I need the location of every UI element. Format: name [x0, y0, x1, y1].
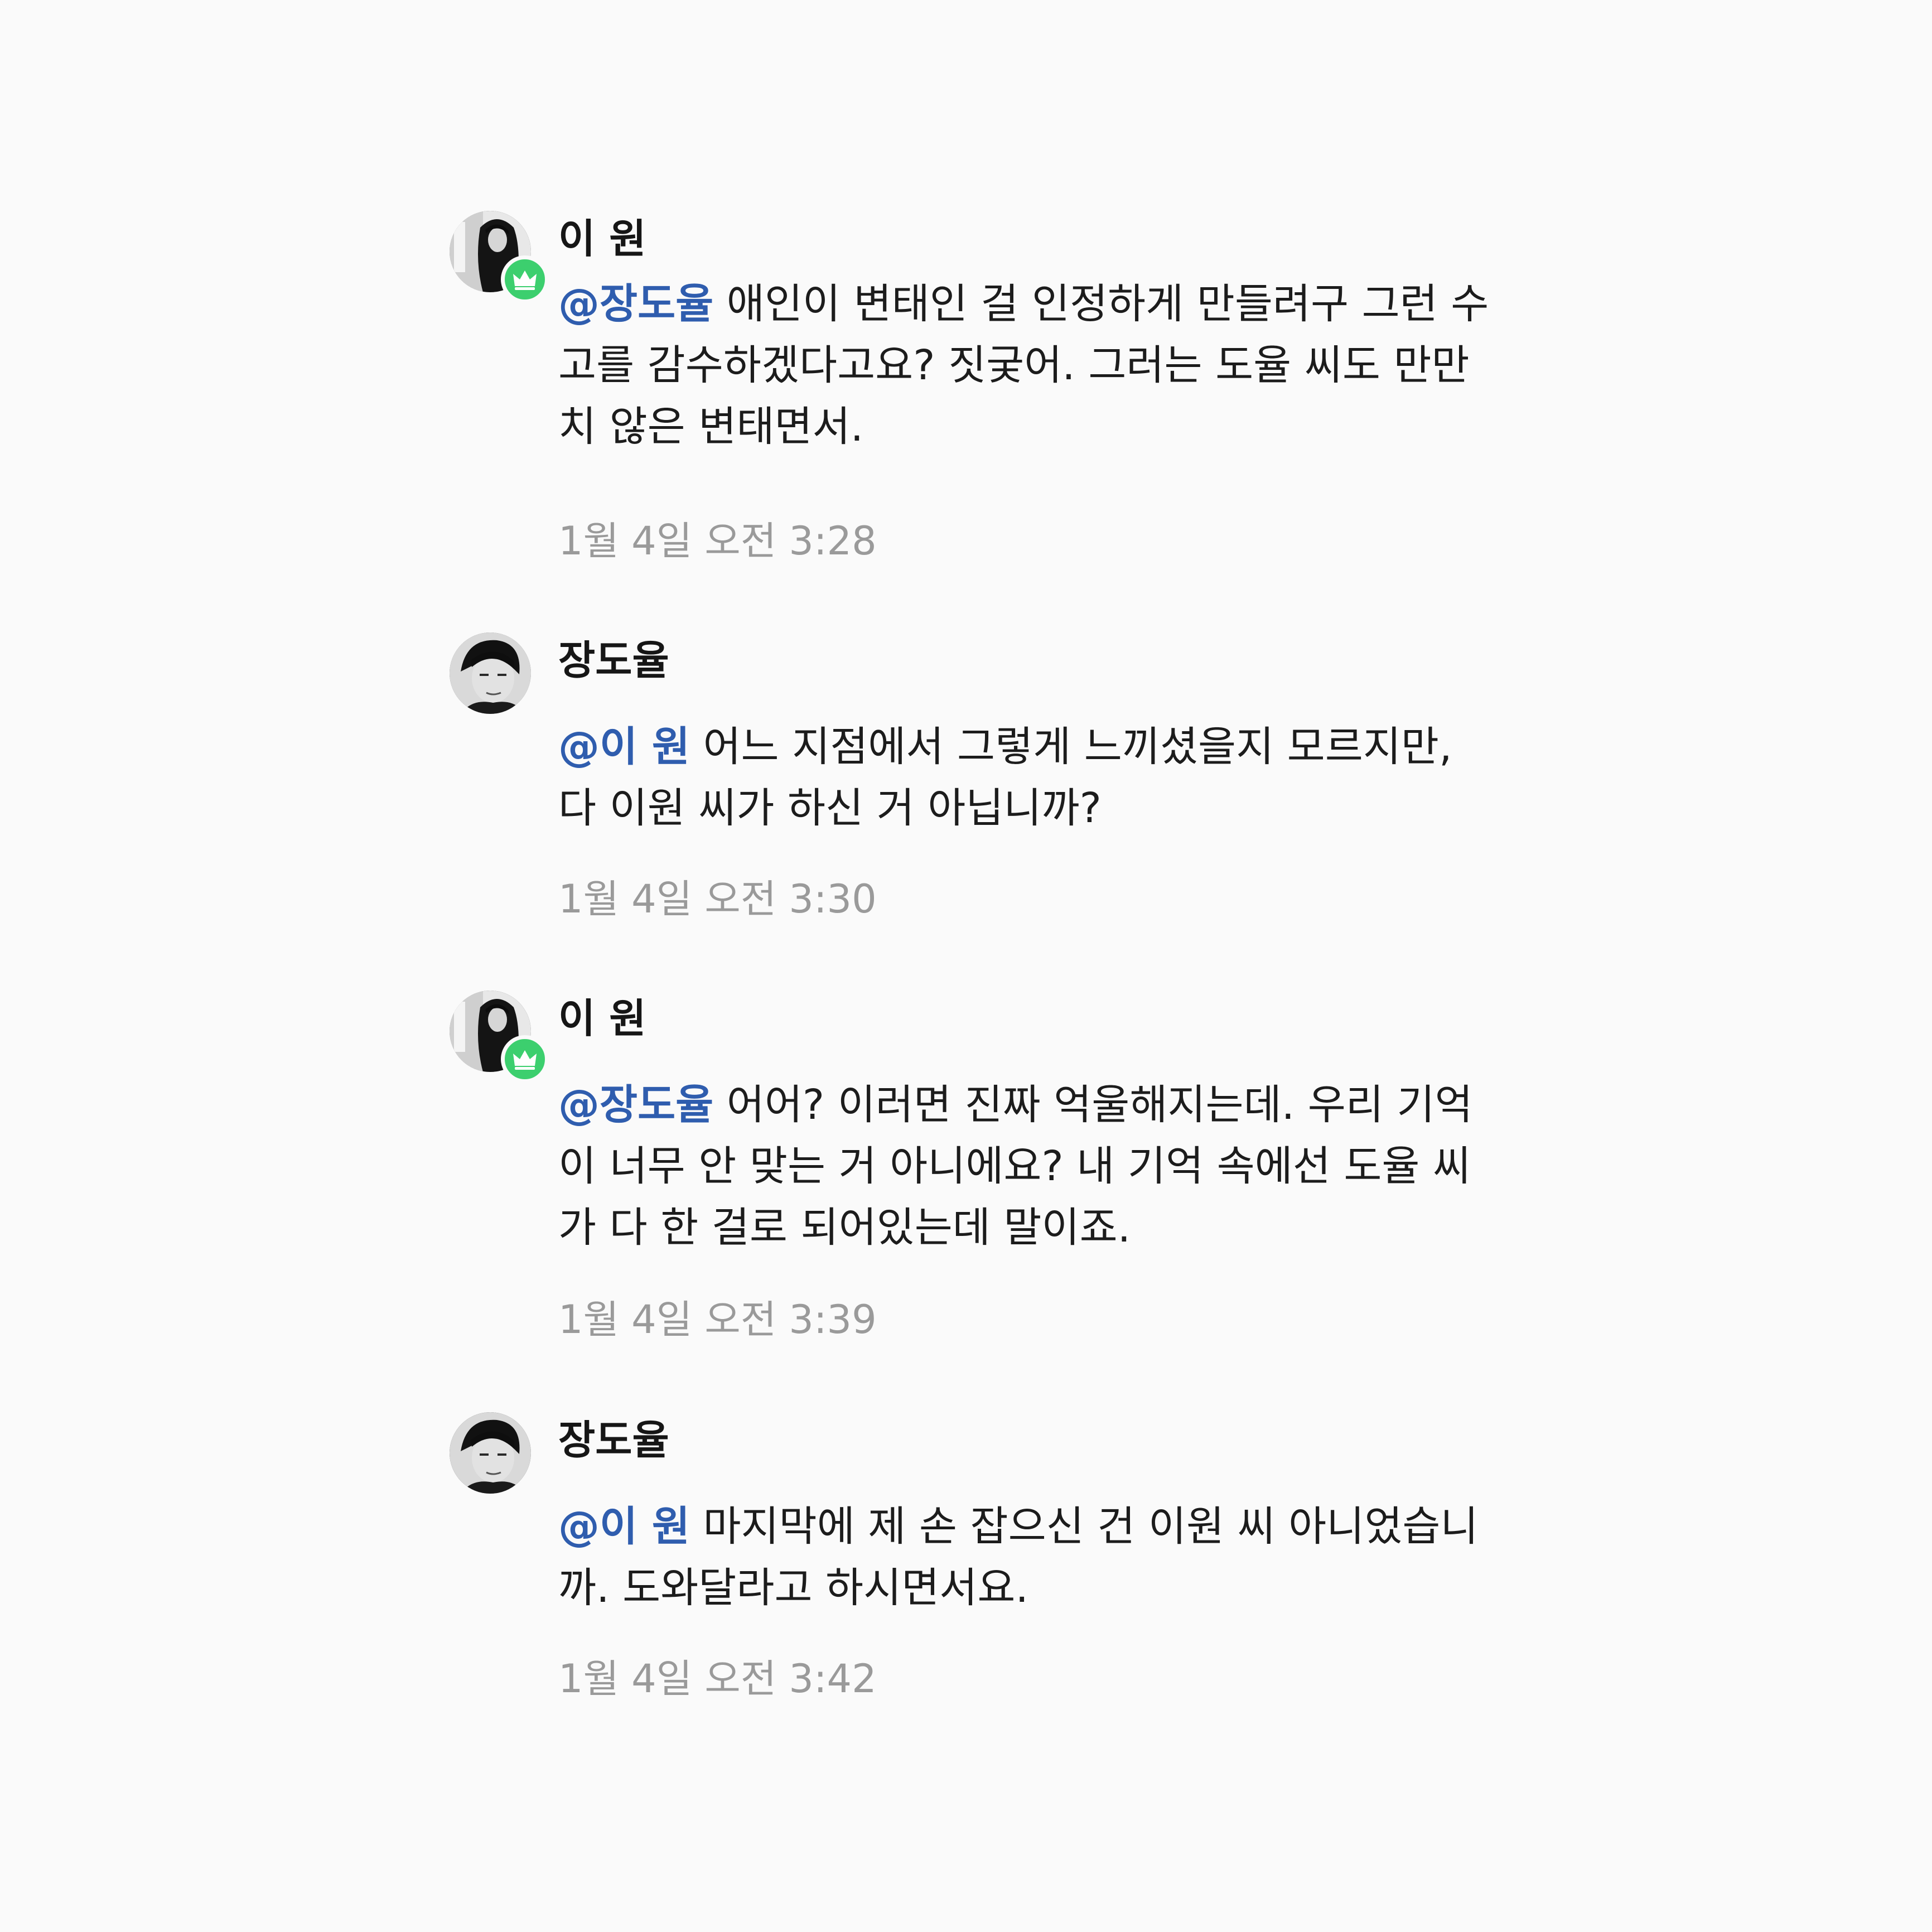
profile-photo-man-icon — [450, 1412, 531, 1494]
mention-link[interactable]: @이 원 — [558, 723, 690, 771]
owner-badge — [501, 1035, 549, 1083]
message-timestamp: 1월 4일 오전 3:28 — [558, 518, 877, 564]
message-text: @장도율 어어? 이러면 진짜 억울해지는데. 우리 기억이 너무 안 맞는 거… — [558, 1074, 1495, 1258]
avatar[interactable] — [450, 1412, 531, 1494]
owner-badge — [501, 255, 549, 303]
sender-name[interactable]: 장도율 — [558, 1412, 669, 1468]
message-text: @이 원 마지막에 제 손 잡으신 건 이원 씨 아니었습니까. 도와달라고 하… — [558, 1496, 1495, 1619]
message-body: 어느 지점에서 그렇게 느끼셨을지 모르지만, 다 이원 씨가 하신 거 아닙니… — [558, 723, 1452, 832]
message-timestamp: 1월 4일 오전 3:42 — [558, 1656, 877, 1702]
profile-photo-man-icon — [450, 632, 531, 714]
mention-link[interactable]: @이 원 — [558, 1503, 690, 1551]
sender-name[interactable]: 장도율 — [558, 632, 669, 688]
chat-thread: 이 원 @장도율 애인이 변태인 걸 인정하게 만들려구 그런 수고를 감수하겠… — [0, 0, 1932, 1932]
sender-name[interactable]: 이 원 — [558, 991, 646, 1046]
message-timestamp: 1월 4일 오전 3:30 — [558, 876, 877, 922]
sender-name[interactable]: 이 원 — [558, 211, 646, 267]
message-text: @장도율 애인이 변태인 걸 인정하게 만들려구 그런 수고를 감수하겠다고요?… — [558, 273, 1495, 457]
mention-link[interactable]: @장도율 — [558, 280, 713, 328]
message-text: @이 원 어느 지점에서 그렇게 느끼셨을지 모르지만, 다 이원 씨가 하신 … — [558, 716, 1495, 839]
crown-icon — [513, 1050, 537, 1070]
message-timestamp: 1월 4일 오전 3:39 — [558, 1297, 877, 1342]
crown-icon — [513, 271, 537, 290]
mention-link[interactable]: @장도율 — [558, 1081, 713, 1129]
avatar[interactable] — [450, 632, 531, 714]
message-body: 마지막에 제 손 잡으신 건 이원 씨 아니었습니까. 도와달라고 하시면서요. — [558, 1503, 1479, 1612]
